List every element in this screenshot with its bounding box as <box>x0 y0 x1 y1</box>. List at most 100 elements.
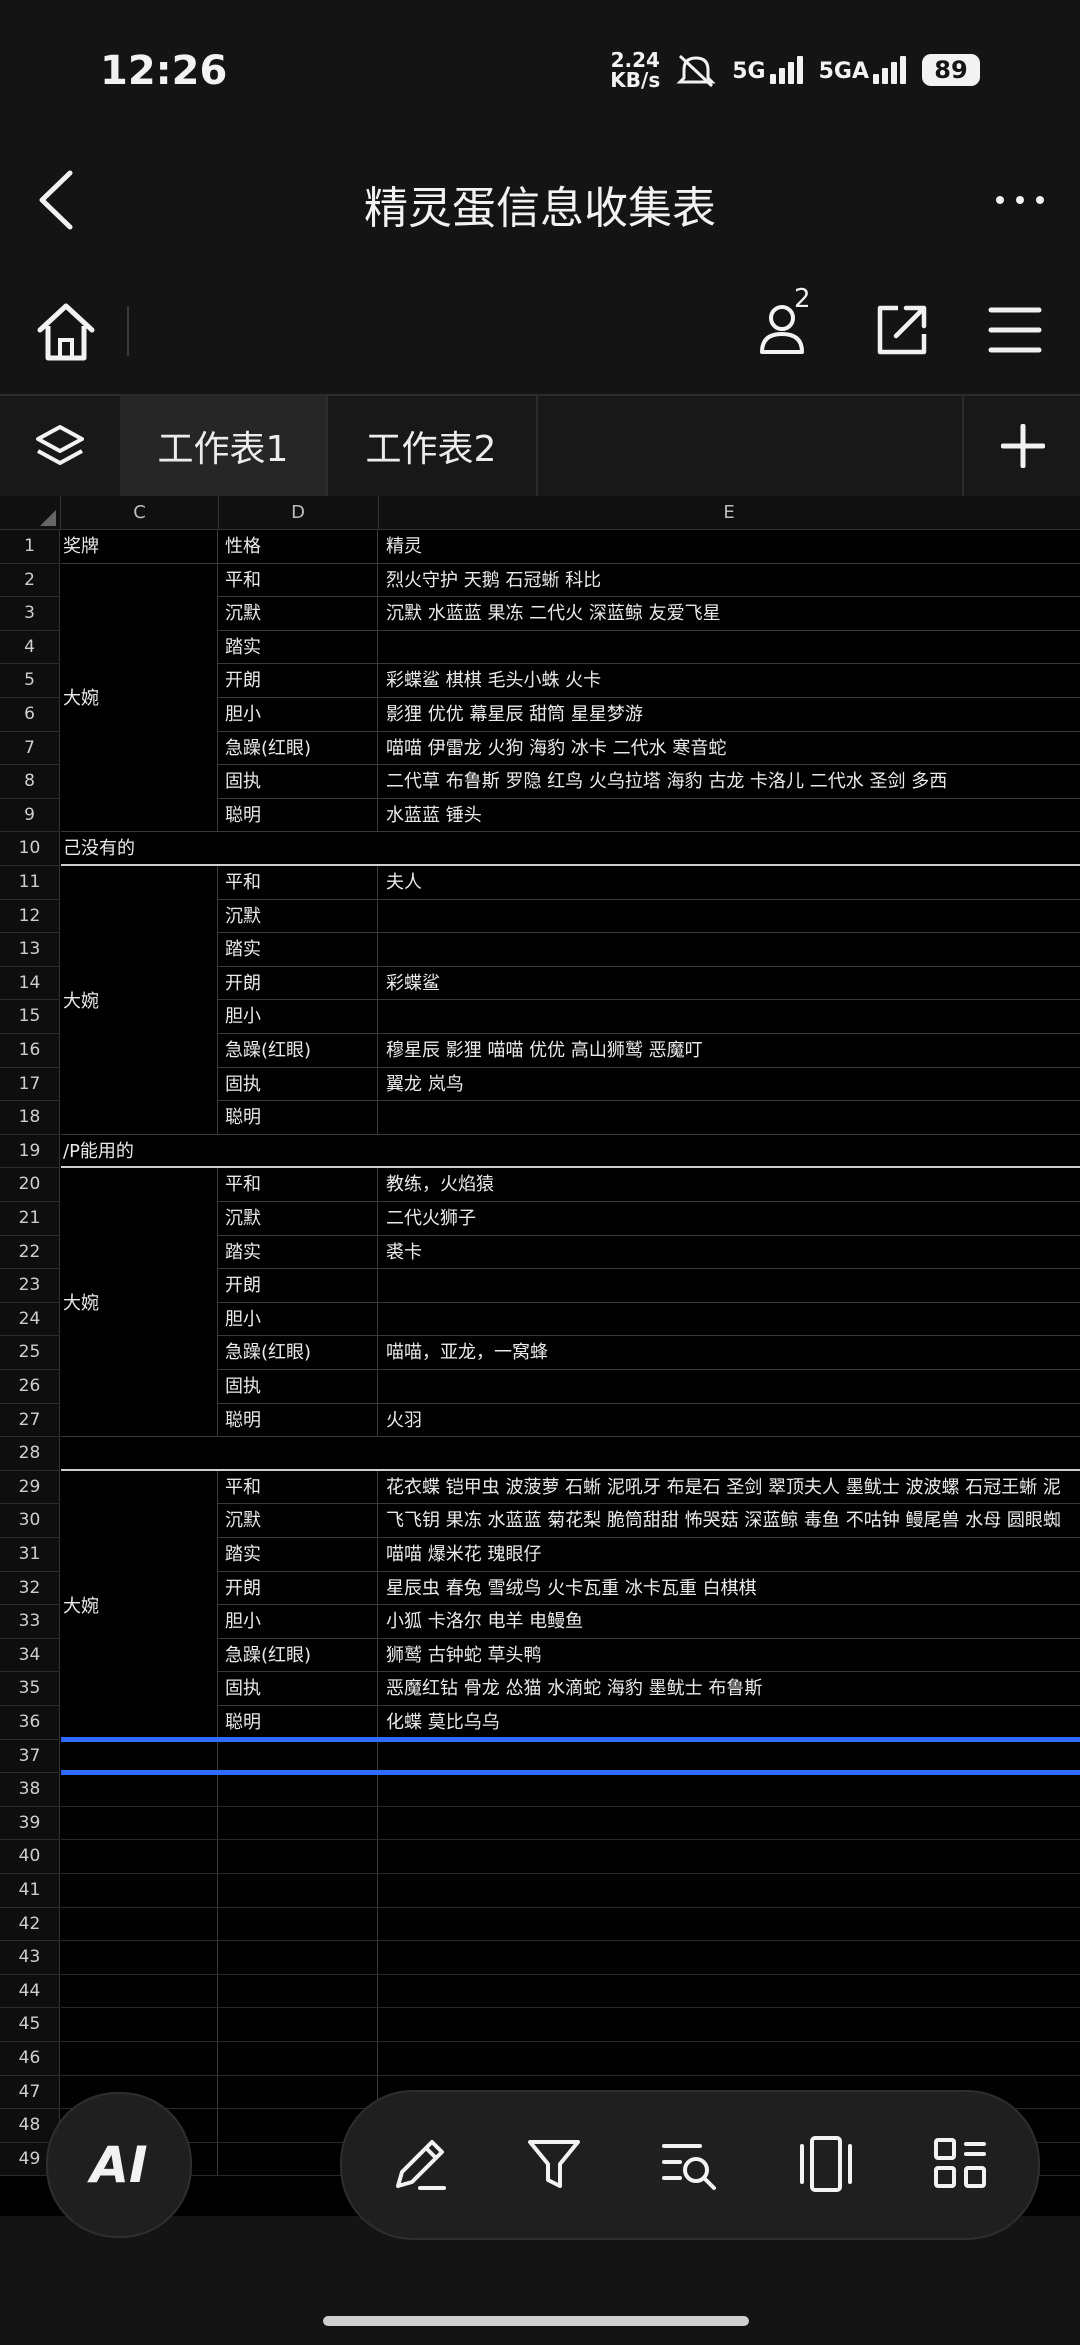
cell-e[interactable]: 裘卡 <box>378 1236 1080 1270</box>
cell-d[interactable] <box>218 1974 378 2009</box>
tab-sheet-1[interactable]: 工作表1 <box>120 396 328 496</box>
cell-d[interactable]: 开朗 <box>218 1269 378 1303</box>
cell-d[interactable] <box>218 2008 378 2042</box>
cell-e[interactable]: 星辰虫 春兔 雪绒鸟 火卡瓦重 冰卡瓦重 白棋棋 <box>378 1572 1080 1606</box>
row-number[interactable]: 44 <box>0 1974 60 2009</box>
section-label-cell[interactable]: /P能用的 <box>61 1135 1080 1169</box>
cell-d[interactable]: 固执 <box>218 765 378 799</box>
row-number[interactable]: 5 <box>0 664 60 698</box>
cell-d[interactable] <box>218 1806 378 1841</box>
cell-e[interactable]: 狮鹫 古钟蛇 草头鸭 <box>378 1639 1080 1673</box>
collaborators-button[interactable]: 2 <box>750 284 820 360</box>
row-number[interactable]: 15 <box>0 1000 60 1034</box>
cell-e[interactable]: 精灵 <box>378 530 1080 564</box>
cell-d[interactable]: 固执 <box>218 1370 378 1404</box>
cell-e[interactable] <box>378 1874 1080 1908</box>
cell-d[interactable] <box>218 1907 378 1942</box>
cell-e[interactable] <box>378 1303 1080 1337</box>
cell-e[interactable]: 喵喵，亚龙，一窝蜂 <box>378 1336 1080 1370</box>
row-number[interactable]: 4 <box>0 630 60 665</box>
row-number[interactable]: 12 <box>0 899 60 934</box>
cell-d[interactable]: 固执 <box>218 1672 378 1706</box>
row-number[interactable]: 17 <box>0 1067 60 1102</box>
apps-grid-icon[interactable] <box>928 2132 992 2196</box>
cell-d[interactable]: 胆小 <box>218 1302 378 1337</box>
cell-e[interactable]: 花衣蝶 铠甲虫 波菠萝 石蜥 泥吼牙 布是石 圣剑 翠顶夫人 墨鱿士 波波螺 石… <box>378 1471 1080 1505</box>
row-number[interactable]: 9 <box>0 798 60 833</box>
cell-e[interactable] <box>378 1908 1080 1942</box>
spreadsheet-grid[interactable]: C D E 1 奖牌 性格 精灵 2 平和 烈火守护 天鹅 石冠蜥 科比 3 沉默 沉默 水蓝蓝 … <box>0 496 1080 2216</box>
cell-e[interactable]: 化蝶 莫比乌乌 <box>378 1706 1080 1740</box>
select-all-corner[interactable] <box>0 496 61 529</box>
cell-d[interactable]: 开朗 <box>218 1571 378 1606</box>
cell-e[interactable]: 烈火守护 天鹅 石冠蜥 科比 <box>378 564 1080 598</box>
cell-e[interactable]: 彩蝶鲨 棋棋 毛头小蛛 火卡 <box>378 664 1080 698</box>
hamburger-menu-icon[interactable] <box>985 300 1045 360</box>
cell-e[interactable]: 喵喵 伊雷龙 火狗 海豹 冰卡 二代水 寒音蛇 <box>378 732 1080 766</box>
merged-medal-cell[interactable]: 大婉 <box>61 1168 218 1438</box>
cell-e[interactable] <box>378 1773 1080 1807</box>
row-number[interactable]: 43 <box>0 1941 60 1975</box>
cell-c[interactable] <box>61 1974 218 2009</box>
row-number[interactable]: 29 <box>0 1470 60 1505</box>
cell-d[interactable]: 平和 <box>218 1470 378 1505</box>
filter-icon[interactable] <box>522 2132 586 2196</box>
cell-d[interactable]: 急躁(红眼) <box>218 731 378 766</box>
row-number[interactable]: 24 <box>0 1302 60 1337</box>
cell-e[interactable]: 喵喵 爆米花 瑰眼仔 <box>378 1538 1080 1572</box>
cell-c[interactable] <box>61 2008 218 2042</box>
row-number[interactable]: 42 <box>0 1907 60 1942</box>
cell-e[interactable]: 飞飞钥 果冻 水蓝蓝 菊花梨 脆筒甜甜 怖哭菇 深蓝鲸 毒鱼 不咕钟 鳗尾兽 水… <box>378 1504 1080 1538</box>
row-number[interactable]: 18 <box>0 1101 60 1135</box>
cell-d[interactable] <box>218 1739 378 1774</box>
row-number[interactable]: 25 <box>0 1336 60 1370</box>
cell-e[interactable] <box>378 2042 1080 2076</box>
column-header-e[interactable]: E <box>378 496 1080 529</box>
cell-c[interactable] <box>61 1773 218 1807</box>
row-number[interactable]: 31 <box>0 1538 60 1572</box>
cell-d[interactable] <box>218 1941 378 1975</box>
cell-d[interactable]: 踏实 <box>218 933 378 967</box>
row-number[interactable]: 35 <box>0 1672 60 1706</box>
cell-c[interactable] <box>61 1806 218 1841</box>
row-number[interactable]: 23 <box>0 1269 60 1303</box>
cell-e[interactable]: 沉默 水蓝蓝 果冻 二代火 深蓝鲸 友爱飞星 <box>378 597 1080 631</box>
column-header-c[interactable]: C <box>61 496 219 529</box>
row-number[interactable]: 14 <box>0 966 60 1001</box>
row-number[interactable]: 21 <box>0 1202 60 1236</box>
cell-e[interactable]: 彩蝶鲨 <box>378 967 1080 1001</box>
section-label-cell[interactable] <box>61 1437 1080 1471</box>
cell-e[interactable] <box>378 1941 1080 1975</box>
cell-d[interactable]: 平和 <box>218 866 378 900</box>
cell-e[interactable] <box>378 900 1080 934</box>
cell-d[interactable] <box>218 1874 378 1908</box>
row-number[interactable]: 32 <box>0 1571 60 1606</box>
row-number[interactable]: 3 <box>0 597 60 631</box>
row-number[interactable]: 20 <box>0 1168 60 1202</box>
row-number[interactable]: 16 <box>0 1034 60 1068</box>
cell-d[interactable] <box>218 2042 378 2076</box>
cell-d[interactable]: 胆小 <box>218 698 378 732</box>
cell-e[interactable] <box>378 1840 1080 1874</box>
cell-d[interactable]: 开朗 <box>218 966 378 1001</box>
merged-medal-cell[interactable]: 大婉 <box>61 866 218 1135</box>
cell-d[interactable] <box>218 2075 378 2110</box>
row-number[interactable]: 30 <box>0 1504 60 1538</box>
cell-d[interactable]: 固执 <box>218 1067 378 1102</box>
cell-d[interactable]: 沉默 <box>218 899 378 934</box>
cell-e[interactable] <box>378 631 1080 665</box>
cell-d[interactable]: 急躁(红眼) <box>218 1638 378 1673</box>
cell-e[interactable]: 二代草 布鲁斯 罗隐 红鸟 火乌拉塔 海豹 古龙 卡洛儿 二代水 圣剑 多西 <box>378 765 1080 799</box>
cell-d[interactable]: 聪明 <box>218 798 378 833</box>
cell-d[interactable]: 平和 <box>218 563 378 598</box>
row-number[interactable]: 8 <box>0 765 60 799</box>
cell-e[interactable]: 夫人 <box>378 866 1080 900</box>
cell-d[interactable]: 胆小 <box>218 1000 378 1034</box>
cell-e[interactable]: 恶魔红钻 骨龙 怂猫 水滴蛇 海豹 墨鱿士 布鲁斯 <box>378 1672 1080 1706</box>
row-number[interactable]: 33 <box>0 1605 60 1639</box>
cell-d[interactable]: 胆小 <box>218 1605 378 1639</box>
section-label-cell[interactable]: 己没有的 <box>61 832 1080 866</box>
find-icon[interactable] <box>658 2132 722 2196</box>
cell-e[interactable] <box>378 1975 1080 2009</box>
cell-d[interactable]: 聪明 <box>218 1706 378 1740</box>
